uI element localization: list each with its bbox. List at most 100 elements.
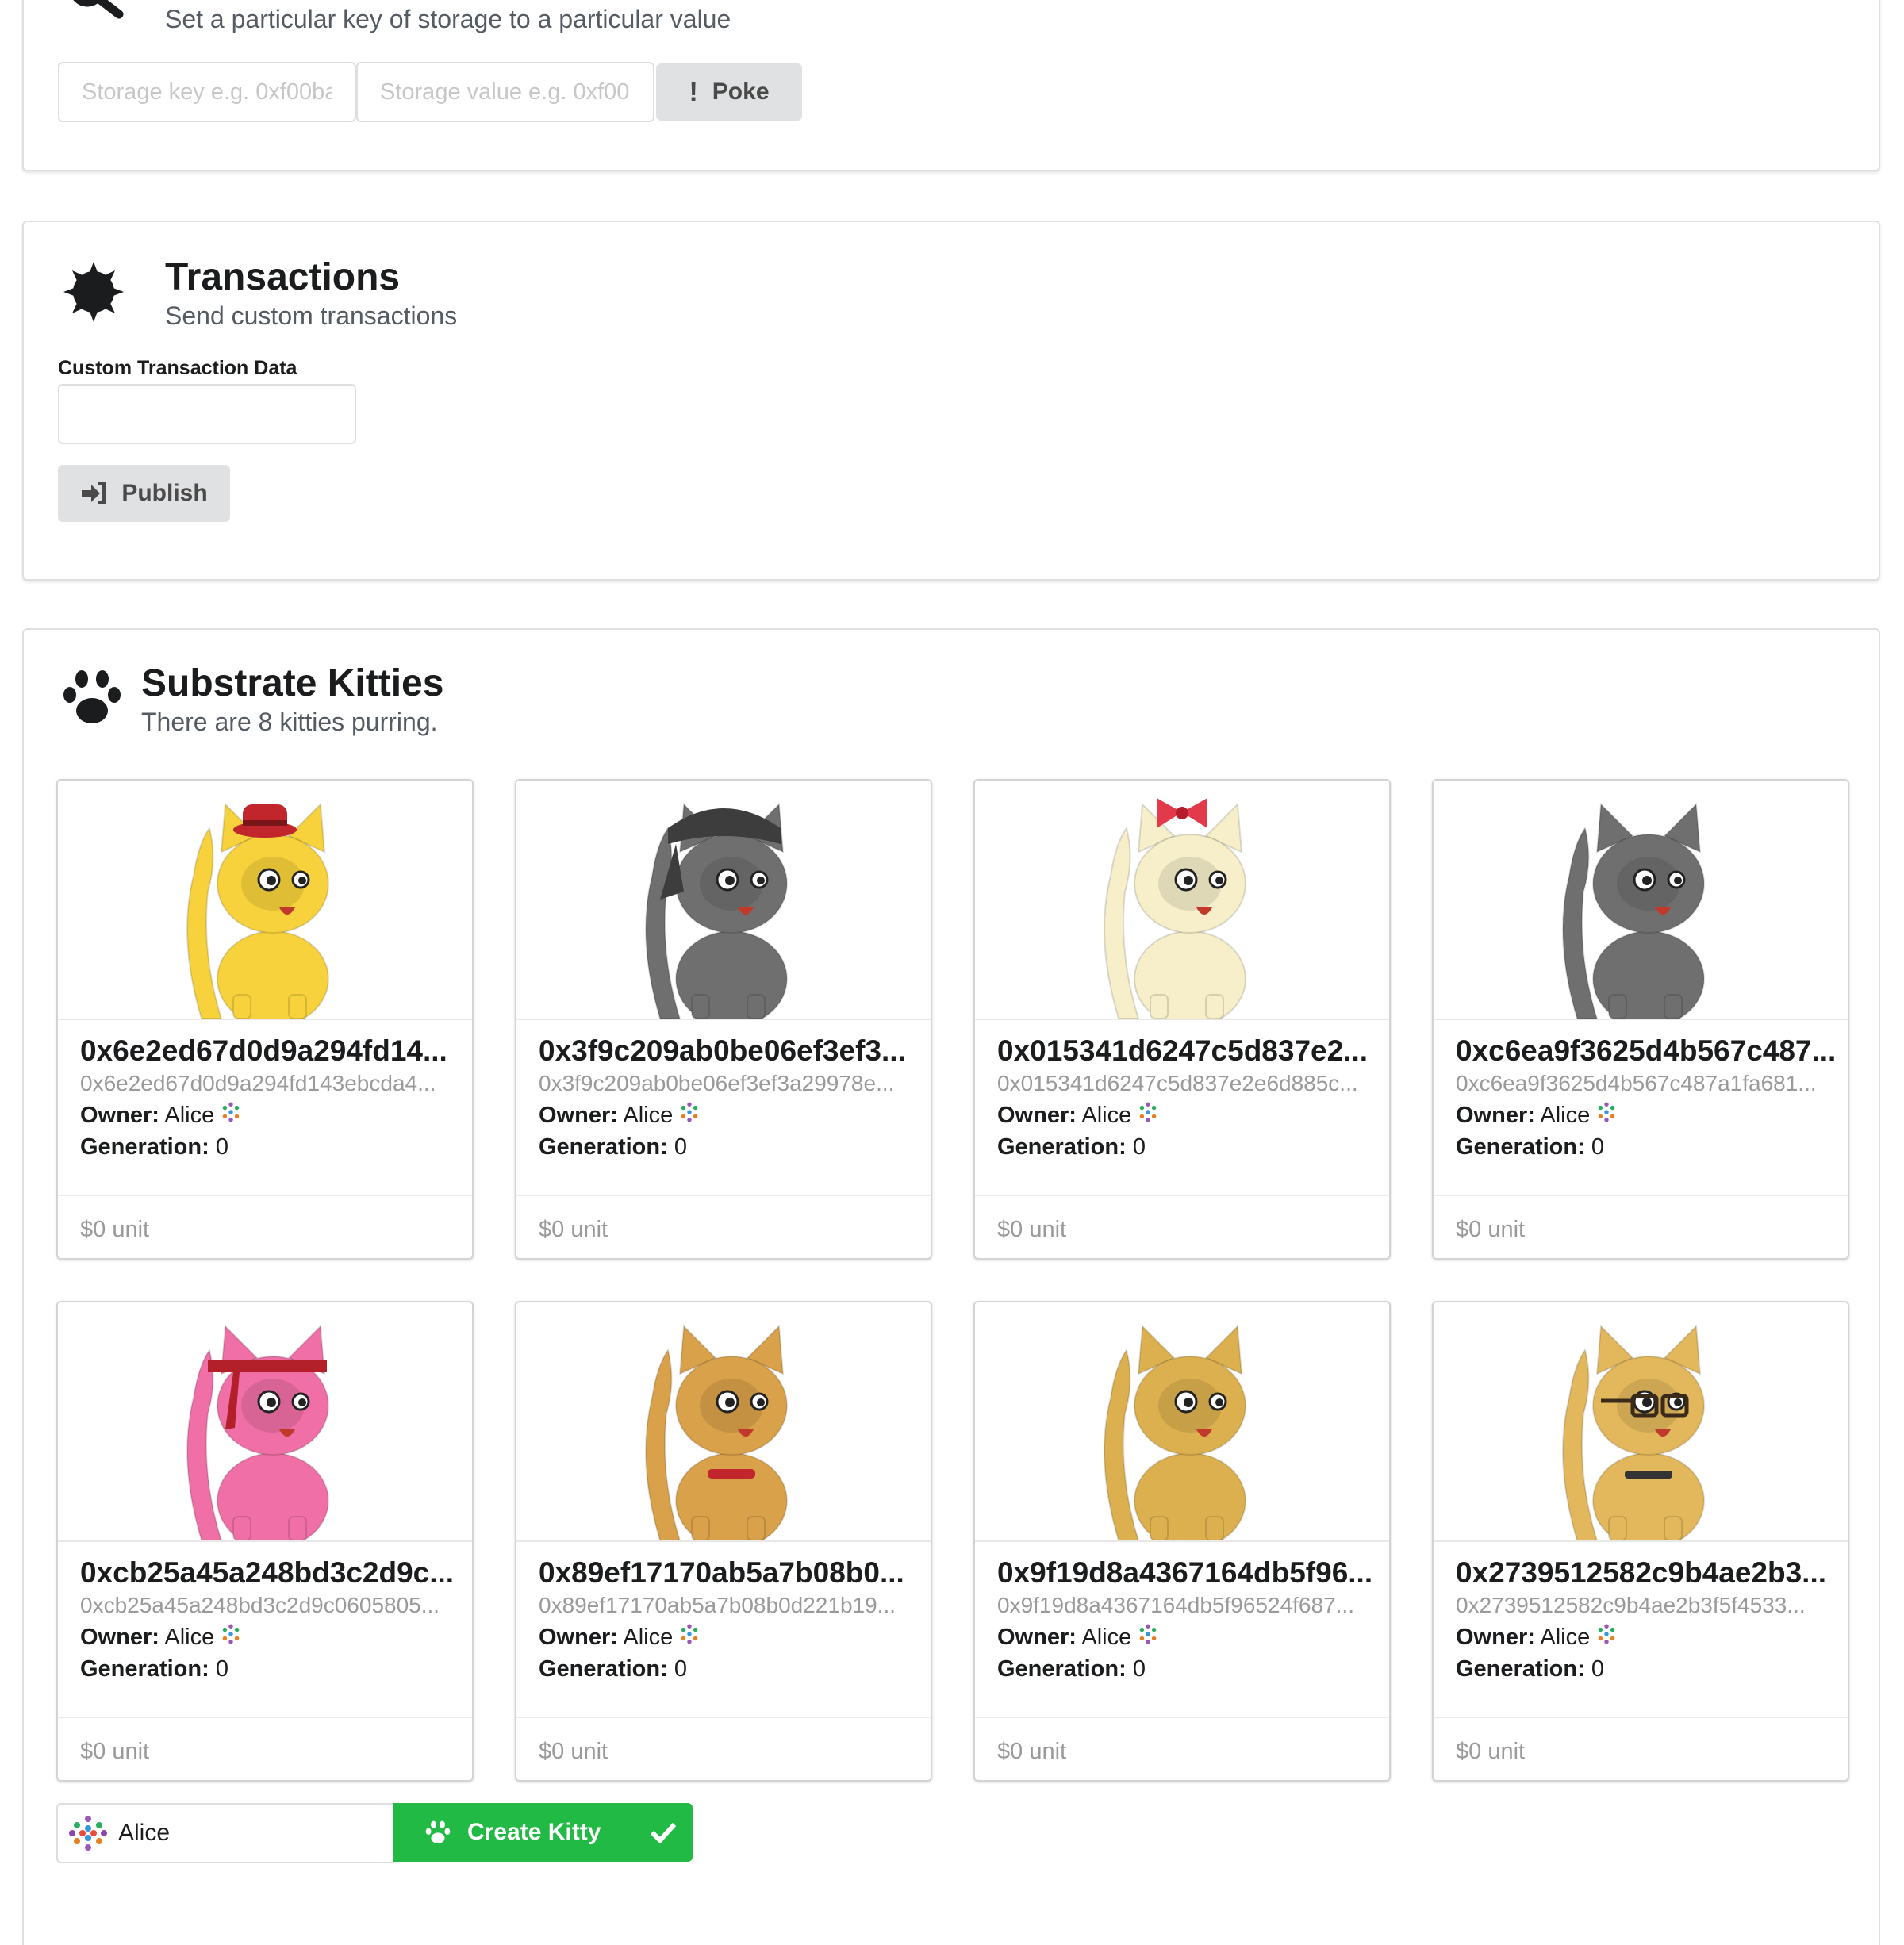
kitty-id-title: 0x9f19d8a4367164db5f96... <box>997 1556 1373 1589</box>
transactions-section: Transactions Send custom transactions Cu… <box>22 221 1880 581</box>
kitty-image <box>516 1302 931 1542</box>
storage-value-input[interactable] <box>356 62 654 122</box>
kitty-id-meta: 0x9f19d8a4367164db5f96524f687... <box>997 1593 1354 1617</box>
account-dropdown[interactable]: Alice <box>56 1803 394 1863</box>
create-kitty-button[interactable]: Create Kitty <box>393 1803 693 1862</box>
owner-label: Owner <box>997 1625 1069 1650</box>
owner-label: Owner <box>539 1625 611 1650</box>
custom-transaction-input[interactable] <box>58 384 356 444</box>
identicon-icon <box>1598 1624 1615 1644</box>
generation-label: Generation <box>997 1656 1119 1682</box>
kitty-id-title: 0xcb25a45a248bd3c2d9c... <box>80 1556 455 1589</box>
kitty-id-title: 0x3f9c209ab0be06ef3ef3... <box>539 1034 906 1067</box>
kitty-owner: Owner: Alice <box>997 1102 1158 1129</box>
generation-label: Generation <box>1456 1656 1578 1682</box>
create-kitty-label: Create Kitty <box>467 1819 601 1845</box>
owner-label: Owner <box>539 1103 611 1128</box>
transactions-subtitle: Send custom transactions <box>165 301 458 330</box>
publish-button[interactable]: Publish <box>58 465 230 522</box>
owner-value: Alice <box>164 1625 215 1650</box>
exclamation-icon: ! <box>689 76 698 107</box>
kitty-image <box>1434 1302 1848 1542</box>
generation-label: Generation <box>539 1134 661 1160</box>
transactions-title: Transactions <box>165 256 401 298</box>
poke-subtitle: Set a particular key of storage to a par… <box>165 5 731 33</box>
kitty-card: 0x015341d6247c5d837e2... 0x015341d6247c5d… <box>973 779 1391 1260</box>
identicon-icon <box>1139 1624 1157 1644</box>
kitty-id-title: 0x015341d6247c5d837e2... <box>997 1034 1368 1067</box>
kitty-price: $0 unit <box>1434 1195 1848 1258</box>
kitty-owner: Owner: Alice <box>1456 1624 1617 1651</box>
kitty-generation: Generation: 0 <box>997 1134 1146 1160</box>
generation-value: 0 <box>1591 1134 1604 1160</box>
generation-value: 0 <box>1132 1656 1146 1682</box>
generation-label: Generation <box>997 1134 1119 1160</box>
kitty-card: 0x89ef17170ab5a7b08b0... 0x89ef17170ab5a7… <box>515 1301 932 1782</box>
kitty-generation: Generation: 0 <box>539 1656 687 1682</box>
identicon-icon <box>222 1102 240 1122</box>
generation-label: Generation <box>80 1134 202 1160</box>
owner-label: Owner <box>80 1103 152 1128</box>
owner-value: Alice <box>1081 1103 1132 1128</box>
kitty-id-meta: 0x015341d6247c5d837e2e6d885c... <box>997 1071 1358 1095</box>
kitty-image <box>516 781 931 1020</box>
storage-key-input[interactable] <box>58 62 356 122</box>
kitty-id-title: 0xc6ea9f3625d4b567c487... <box>1456 1034 1837 1067</box>
kitty-generation: Generation: 0 <box>997 1656 1146 1682</box>
generation-value: 0 <box>674 1134 687 1160</box>
kitty-owner: Owner: Alice <box>539 1624 700 1651</box>
kitty-id-meta: 0x3f9c209ab0be06ef3ef3a29978e... <box>539 1071 895 1095</box>
kitty-price: $0 unit <box>58 1717 472 1780</box>
owner-value: Alice <box>1081 1625 1132 1650</box>
kitty-id-meta: 0xcb25a45a248bd3c2d9c0605805... <box>80 1593 440 1617</box>
identicon-icon <box>681 1102 698 1122</box>
sign-in-icon <box>82 482 106 504</box>
kitty-generation: Generation: 0 <box>1456 1656 1604 1682</box>
kitty-generation: Generation: 0 <box>80 1134 228 1160</box>
kitty-price: $0 unit <box>1434 1717 1848 1780</box>
owner-value: Alice <box>623 1103 674 1128</box>
owner-label: Owner <box>997 1103 1069 1128</box>
generation-label: Generation <box>539 1656 661 1682</box>
kitty-image <box>58 781 472 1020</box>
owner-value: Alice <box>164 1103 215 1128</box>
kitty-card: 0xc6ea9f3625d4b567c487... 0xc6ea9f3625d4b… <box>1432 779 1849 1260</box>
paw-icon <box>60 669 124 729</box>
kitty-generation: Generation: 0 <box>80 1656 228 1682</box>
search-icon <box>63 0 127 33</box>
kitty-id-title: 0x89ef17170ab5a7b08b0... <box>539 1556 904 1589</box>
publish-button-label: Publish <box>121 480 208 506</box>
kitty-owner: Owner: Alice <box>1456 1102 1617 1129</box>
generation-value: 0 <box>215 1656 228 1682</box>
poke-button-label: Poke <box>712 79 770 105</box>
poke-button[interactable]: ! Poke <box>656 63 802 121</box>
kitty-price: $0 unit <box>516 1195 931 1258</box>
generation-label: Generation <box>80 1656 202 1682</box>
generation-value: 0 <box>215 1134 228 1160</box>
kitty-generation: Generation: 0 <box>1456 1134 1604 1160</box>
kitty-card: 0x9f19d8a4367164db5f96... 0x9f19d8a436716… <box>973 1301 1391 1782</box>
kitty-card: 0xcb25a45a248bd3c2d9c... 0xcb25a45a248bd3… <box>56 1301 474 1782</box>
kitty-owner: Owner: Alice <box>80 1624 241 1651</box>
kitty-id-meta: 0x89ef17170ab5a7b08b0d221b19... <box>539 1593 896 1617</box>
identicon-icon <box>222 1624 240 1644</box>
kitty-id-title: 0x2739512582c9b4ae2b3... <box>1456 1556 1827 1589</box>
owner-label: Owner <box>1456 1103 1528 1128</box>
kitty-generation: Generation: 0 <box>539 1134 687 1160</box>
owner-value: Alice <box>1540 1625 1591 1650</box>
kitty-price: $0 unit <box>975 1717 1389 1780</box>
kitty-price: $0 unit <box>516 1717 931 1780</box>
custom-transaction-label: Custom Transaction Data <box>58 357 298 379</box>
generation-value: 0 <box>674 1656 687 1682</box>
kitty-id-meta: 0xc6ea9f3625d4b567c487a1fa681... <box>1456 1071 1817 1095</box>
kitty-image <box>975 1302 1389 1542</box>
generation-value: 0 <box>1591 1656 1604 1682</box>
generation-value: 0 <box>1132 1134 1146 1160</box>
identicon-icon <box>1139 1102 1157 1122</box>
poke-section: Set a particular key of storage to a par… <box>22 0 1880 171</box>
paw-icon <box>425 1820 451 1844</box>
owner-label: Owner <box>80 1625 152 1650</box>
kitty-price: $0 unit <box>58 1195 472 1258</box>
identicon-icon <box>681 1624 698 1644</box>
kitties-subtitle: There are 8 kitties purring. <box>141 708 438 736</box>
